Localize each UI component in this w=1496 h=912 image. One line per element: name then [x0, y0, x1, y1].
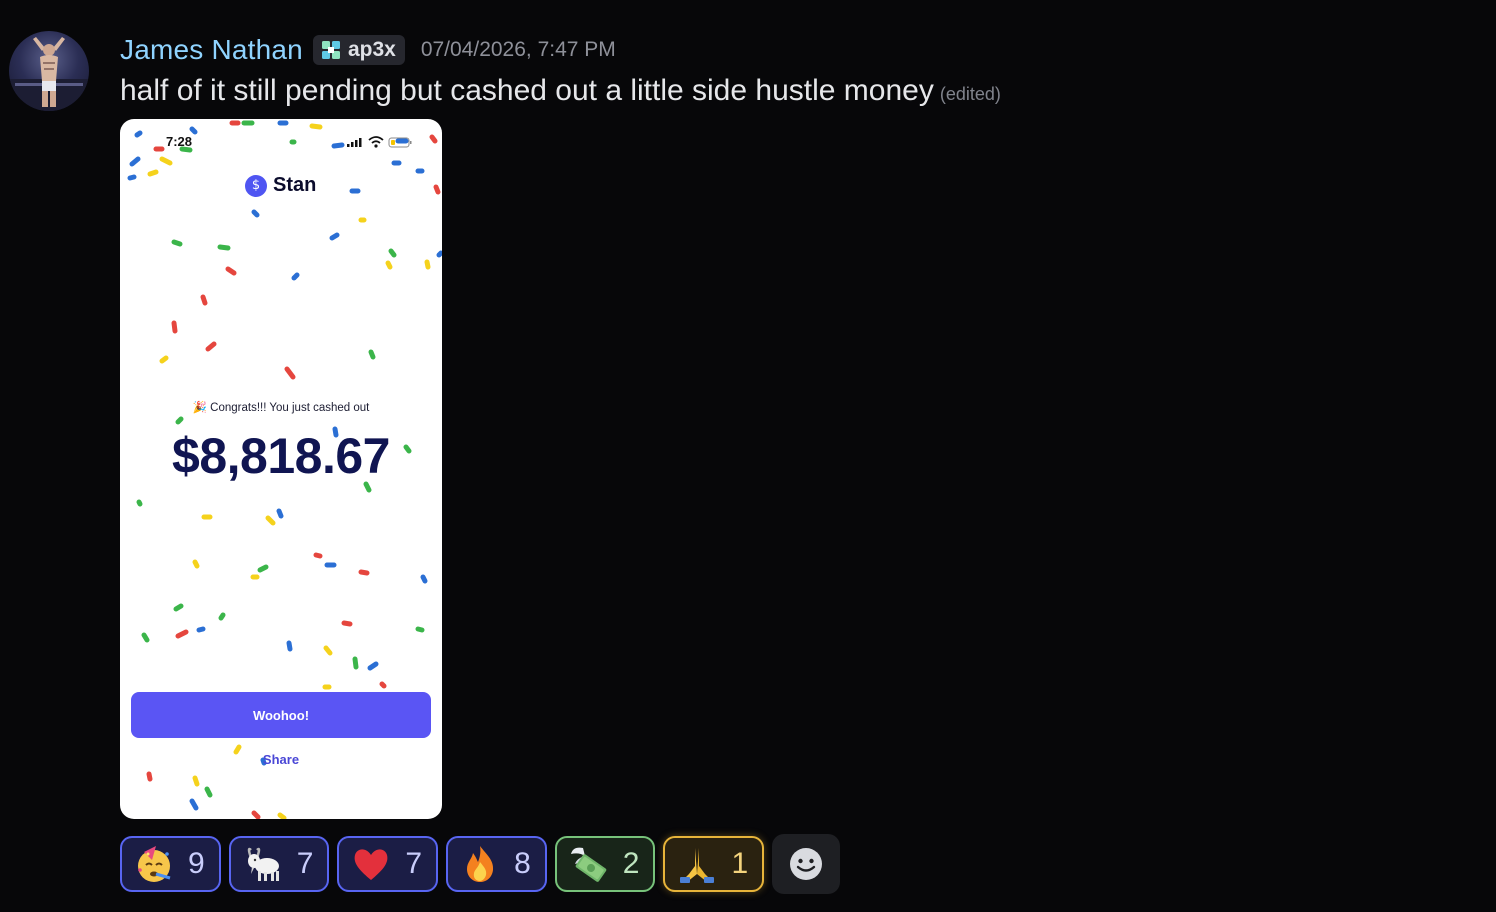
- party-face-icon: [134, 844, 174, 884]
- reaction-count: 9: [188, 847, 205, 880]
- dollar-coin-icon: $: [245, 174, 267, 197]
- congrats-text: 🎉 Congrats!!! You just cashed out: [192, 402, 370, 414]
- guild-tag[interactable]: ap3x: [312, 35, 405, 65]
- money-with-wings-icon: [569, 844, 609, 884]
- reaction-red-heart[interactable]: 7: [337, 836, 439, 892]
- reaction-folded-hands[interactable]: 1: [663, 836, 765, 892]
- cashout-amount: $8,818.67: [172, 428, 390, 484]
- add-reaction-button[interactable]: [772, 834, 841, 894]
- reaction-count: 1: [731, 847, 749, 880]
- goat-icon: [243, 844, 283, 884]
- message-content: half of it still pending but cashed out …: [120, 74, 1001, 108]
- message-timestamp[interactable]: 07/04/2026, 7:47 PM: [421, 38, 616, 62]
- image-attachment[interactable]: 7:28 $ Stan 🎉 Congrats!!! You just cashe…: [120, 119, 442, 819]
- share-link: Share: [262, 752, 300, 767]
- guild-tag-label: ap3x: [347, 38, 396, 61]
- reaction-count: 8: [514, 847, 531, 880]
- edited-label[interactable]: (edited): [940, 84, 1001, 104]
- stan-logo: $ Stan: [245, 174, 316, 197]
- username[interactable]: James Nathan: [120, 34, 303, 66]
- guild-tag-icon: [321, 41, 340, 59]
- avatar-image: [9, 37, 89, 111]
- red-heart-icon: [351, 844, 391, 884]
- reaction-fire[interactable]: 8: [446, 836, 547, 892]
- folded-hands-icon: [677, 844, 717, 884]
- message-header: James Nathan ap3x 07/04/2026, 7:47 PM: [120, 31, 616, 69]
- message-text: half of it still pending but cashed out …: [120, 74, 934, 107]
- reaction-count: 7: [405, 847, 423, 880]
- brand-name: Stan: [273, 174, 317, 196]
- reaction-bar: 9 7 7 8 2 1: [120, 834, 841, 894]
- reaction-goat[interactable]: 7: [228, 836, 330, 892]
- phone-status-time: 7:28: [166, 134, 193, 149]
- reaction-money-with-wings[interactable]: 2: [554, 836, 656, 892]
- avatar[interactable]: [9, 31, 89, 111]
- phone-status-icons: [347, 136, 412, 148]
- reaction-party-face[interactable]: 9: [120, 836, 221, 892]
- woohoo-button: Woohoo!: [131, 692, 431, 738]
- reaction-count: 2: [622, 847, 640, 880]
- fire-icon: [460, 844, 500, 884]
- smiley-add-icon: [790, 848, 823, 880]
- reaction-count: 7: [296, 847, 314, 880]
